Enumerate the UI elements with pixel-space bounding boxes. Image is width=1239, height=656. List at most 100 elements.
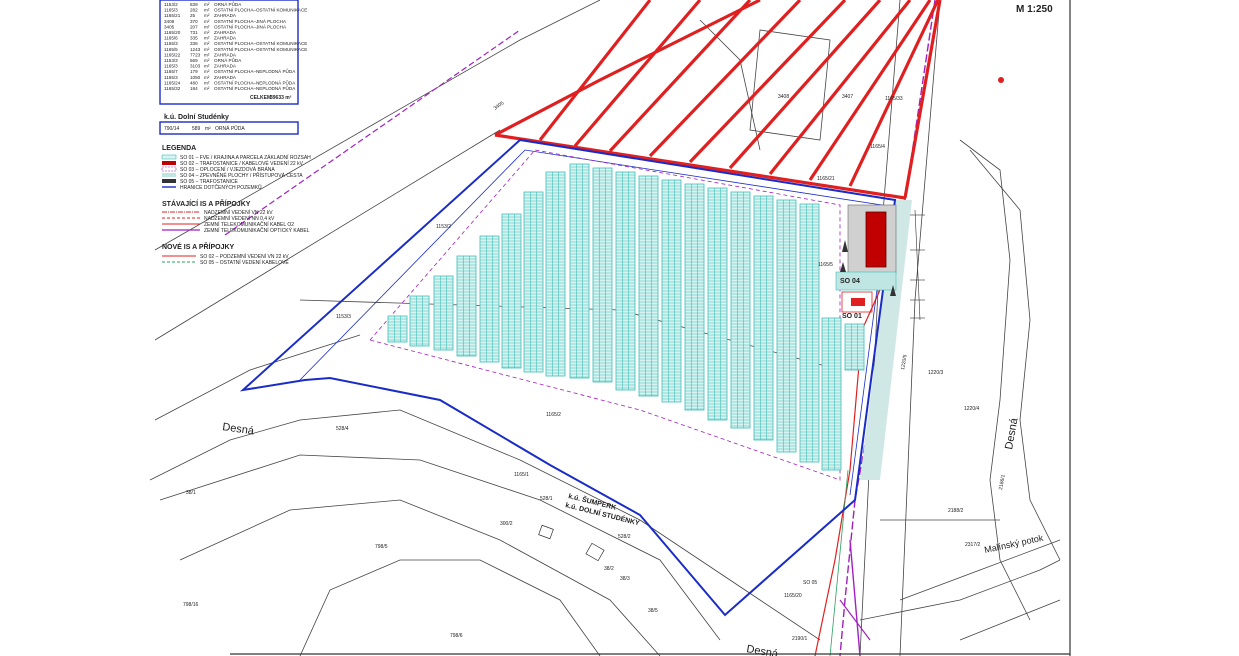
marker-red-dot	[998, 77, 1004, 83]
site-boundary	[239, 138, 897, 617]
parcel-1165-1: 1165/1	[514, 472, 529, 478]
parcel-3408: 3408	[778, 94, 789, 100]
parcel-table-cell: 1165/6	[164, 36, 178, 41]
parcel-table-cell: m²	[204, 69, 210, 74]
existing-item-3: ZEMNÍ TELEKOMUNIKAČNÍ KABEL O2	[204, 221, 294, 228]
parcel-table-cell: m²	[204, 86, 210, 91]
label-desna-right: Desná	[1003, 416, 1020, 450]
pv-panel-column	[638, 175, 659, 397]
parcel-table-cell: OSTATNÍ PLOCHA–JINÁ PLOCHA	[214, 18, 287, 24]
existing-title: STÁVAJÍCÍ IS A PŘÍPOJKY	[162, 199, 251, 208]
pv-panel-column	[684, 183, 705, 411]
parcel-table-cell: 3408	[164, 19, 175, 24]
legend-item-3: SO 03 – OPLOCENÍ / VJEZDOVÁ BRÁNA	[180, 166, 275, 173]
parcel-1165-2: 1165/2	[546, 412, 561, 418]
parcel-table-cell: OSTATNÍ PLOCHA–NEPLODNÁ PŮDA	[214, 68, 296, 74]
pv-panel-column	[433, 275, 454, 351]
legend-swatch-2	[162, 161, 176, 165]
parcel-table-cell: m²	[204, 2, 210, 7]
pv-panel-column	[615, 171, 636, 391]
parcel-table-cell: 1165/20	[164, 30, 181, 35]
parcel-table-cell: m²	[204, 52, 210, 57]
parcel-2190-1: 2190/1	[792, 636, 808, 642]
parcel-table-cell: 1165/3	[164, 64, 178, 69]
parcel-table-cell: 1165/21	[164, 13, 181, 18]
parcel-table-cell: 282	[190, 8, 198, 13]
parcel-table-cell: m²	[204, 64, 210, 69]
pv-panel-column	[821, 317, 842, 471]
parcel-table-cell: 839	[190, 2, 198, 7]
parcel-table-cell: ZAHRADA	[214, 30, 237, 35]
parcel-1165-21: 1165/21	[817, 176, 835, 182]
label-potok: Malínský potok	[983, 533, 1044, 555]
existing-line-vertical-2	[849, 539, 861, 656]
pv-panel-column	[799, 203, 820, 463]
parcel-table-cell: 25	[190, 13, 196, 18]
pv-panel-column	[661, 179, 682, 403]
pv-panel-column	[592, 167, 613, 383]
parcel-1165-5: 1165/5	[818, 262, 833, 268]
hv-cable-green	[829, 469, 849, 656]
parcel-table-cell: ORNÁ PŮDA	[214, 1, 242, 7]
scale-label: M 1:250	[1016, 4, 1053, 15]
parcel-table-cell: 1165/3	[164, 41, 178, 46]
parcel-table-cell: m²	[204, 47, 210, 52]
parcel-table-cell: m²	[204, 30, 210, 35]
parcel-table-cell: 336	[190, 41, 198, 46]
parcel-1220-3: 1220/3	[928, 370, 944, 376]
parcel-table-cell: 1165/24	[164, 80, 181, 85]
parcel-table-cell: 7723	[190, 52, 201, 57]
parcel-1220-4: 1220/4	[964, 406, 980, 412]
parcel-38-3: 38/3	[620, 576, 630, 582]
parcel-table-cell: 179	[190, 69, 198, 74]
pv-panel-column	[479, 235, 500, 363]
label-desna-left: Desná	[222, 421, 256, 437]
new-title: NOVÉ IS A PŘÍPOJKY	[162, 242, 235, 251]
parcel-1165-20: 1165/20	[784, 593, 802, 599]
new-item-1: SO 02 – PODZEMNÍ VEDENÍ VN 22 kV	[200, 253, 289, 260]
legend-swatch-5	[162, 179, 176, 183]
pv-panel-column	[501, 213, 522, 369]
so01-inner	[851, 298, 865, 306]
legend-swatch-3	[161, 166, 177, 172]
parcel-table-cell: 3405	[164, 24, 175, 29]
building-2	[585, 542, 605, 562]
parcel-table-cell: 1165/7	[164, 69, 178, 74]
parcel-528-4: 528/4	[336, 426, 349, 432]
ku-dolni-type: ORNÁ PŮDA	[215, 125, 245, 132]
parcel-table-cell: m²	[204, 80, 210, 85]
parcel-total-value: 39633 m²	[270, 95, 292, 101]
legend-swatch-4	[162, 173, 176, 177]
parcel-528-2: 528/2	[618, 534, 631, 540]
parcel-table-cell: OSTATNÍ PLOCHA–OSTATNÍ KOMUNIKACE	[214, 7, 307, 13]
parcel-table-cell: m²	[204, 24, 210, 29]
new-item-2: SO 05 – OSTATNÍ VEDENÍ KABELOVÉ	[200, 259, 289, 266]
legend-swatch-1	[161, 154, 177, 160]
parcel-798-6: 798/6	[450, 633, 463, 639]
parcel-38-1: 38/1	[186, 490, 196, 496]
dimension-lines	[910, 209, 925, 321]
existing-item-2: NADZEMNÍ VEDENÍ NN 0,4 kV	[204, 215, 275, 222]
parcel-2317: 2317/2	[965, 542, 981, 548]
pv-panel-column	[523, 191, 544, 373]
parcel-table-cell: 569	[190, 58, 198, 63]
parcel-table-cell: ZAHRADA	[214, 52, 237, 57]
ku-dolni-unit: m²	[205, 126, 211, 132]
parcel-table-cell: m²	[204, 8, 210, 13]
parcel-table-cell: OSTATNÍ PLOCHA–OSTATNÍ KOMUNIKACE	[214, 46, 307, 52]
parcel-table-cell: 1243	[190, 47, 201, 52]
pv-panel-column	[569, 163, 590, 379]
pv-panel-column	[730, 191, 751, 429]
legend-item-4: SO 04 – ZPEVNĚNÉ PLOCHY / PŘÍSTUPOVÁ CES…	[180, 171, 303, 179]
parcel-38-2: 38/2	[604, 566, 614, 572]
parcel-total-label: CELKEM	[250, 95, 271, 101]
label-desna-bottom: Desná	[745, 643, 779, 656]
building-1	[538, 524, 554, 540]
parcel-table-cell: m²	[204, 58, 210, 63]
parcel-table-cell: 1165/22	[164, 52, 181, 57]
parcel-table-cell: 1165/3	[164, 75, 178, 80]
pv-panel-column	[387, 315, 408, 343]
legend-item-2: SO 02 – TRAFOSTANICE / KABELOVÉ VEDENÍ 2…	[180, 160, 304, 167]
plan-drawing: 1153/2 839 m² ORNÁ PŮDA 1165/3 282 m² OSTATNÍ P…	[149, 0, 1071, 656]
existing-item-4: ZEMNÍ TELEKOMUNIKAČNÍ OPTICKÝ KABEL	[204, 227, 310, 234]
